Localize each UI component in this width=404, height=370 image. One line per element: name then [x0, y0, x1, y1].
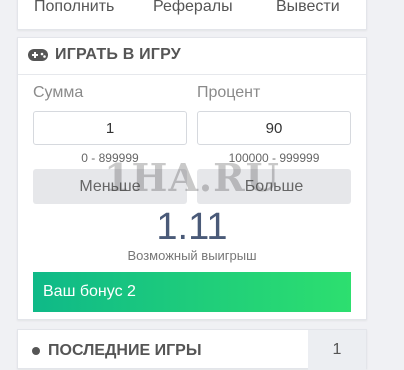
- percent-label: Процент: [197, 84, 261, 101]
- nav-withdraw-link[interactable]: Вывести: [276, 0, 340, 16]
- amount-input[interactable]: [33, 111, 187, 145]
- nav-referrals-link[interactable]: Рефералы: [153, 0, 233, 16]
- less-button[interactable]: Меньше: [33, 169, 187, 204]
- top-nav: Пополнить Рефералы Вывести: [17, 0, 367, 30]
- recent-games-title: ПОСЛЕДНИЕ ИГРЫ: [48, 342, 202, 359]
- amount-label: Сумма: [33, 84, 84, 101]
- amount-range: 0 - 899999: [81, 151, 139, 165]
- more-button[interactable]: Больше: [197, 169, 351, 204]
- gamepad-icon: [28, 49, 48, 61]
- recent-games-panel: ПОСЛЕДНИЕ ИГРЫ 1: [17, 329, 367, 370]
- play-game-header: ИГРАТЬ В ИГРУ: [18, 38, 366, 75]
- possible-win-label: Возможный выигрыш: [127, 248, 257, 263]
- possible-win-value: 1.11: [156, 206, 228, 248]
- nav-deposit-link[interactable]: Пополнить: [34, 0, 114, 16]
- bonus-banner: Ваш бонус 2: [33, 272, 351, 312]
- recent-games-count: 1: [308, 330, 366, 370]
- play-game-panel: ИГРАТЬ В ИГРУ Сумма Процент 0 - 899999 1…: [17, 37, 367, 320]
- recent-games-icon: [32, 347, 40, 355]
- percent-input[interactable]: [197, 111, 351, 145]
- percent-range: 100000 - 999999: [228, 151, 320, 165]
- play-game-title: ИГРАТЬ В ИГРУ: [55, 46, 181, 63]
